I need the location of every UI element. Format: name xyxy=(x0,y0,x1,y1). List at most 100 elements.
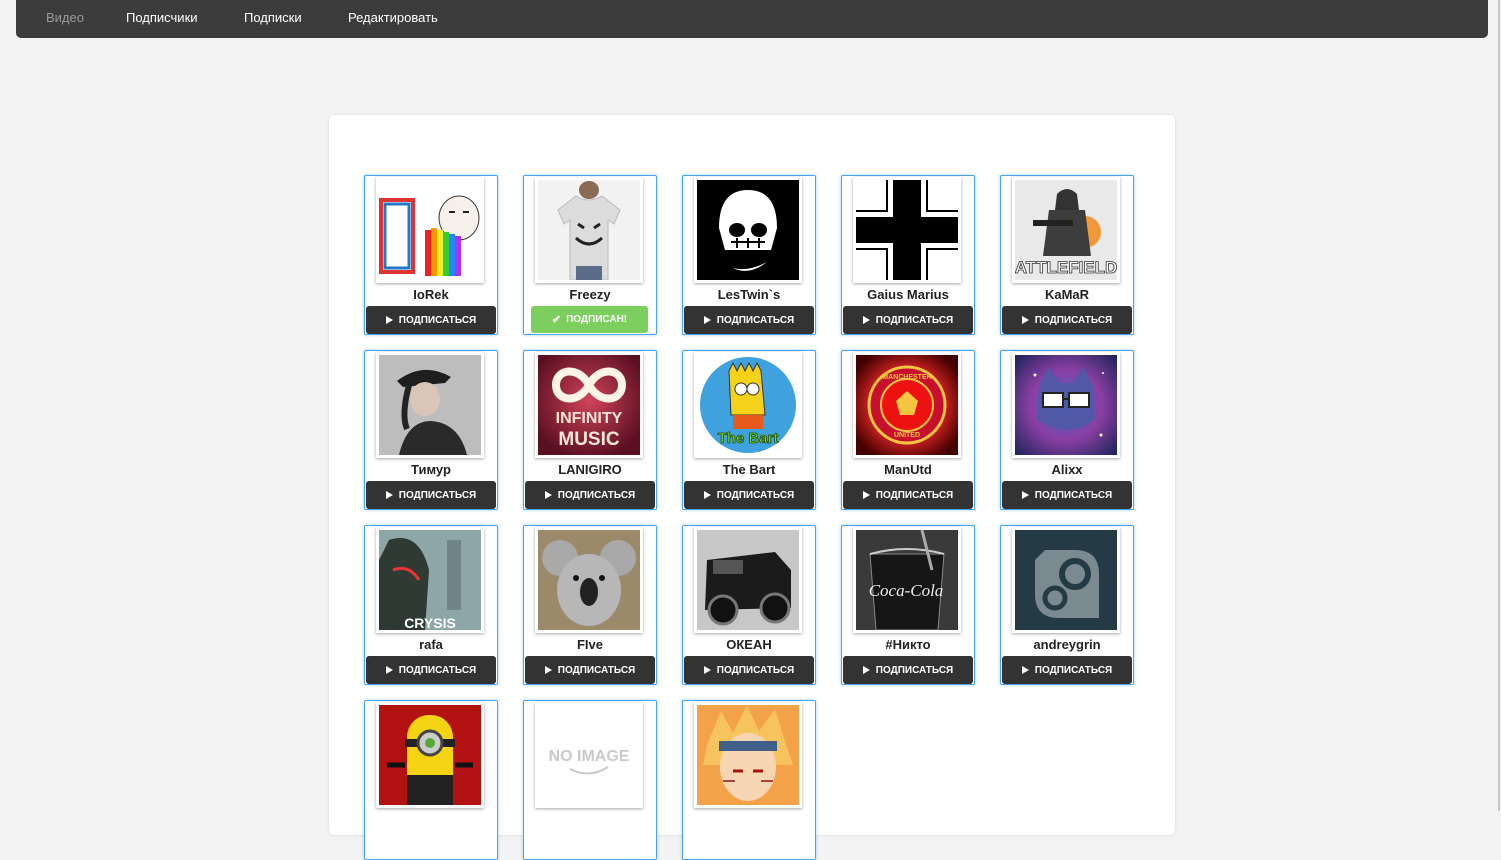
avatar-frame[interactable]: CRYSIS xyxy=(376,527,484,633)
avatar-frame[interactable] xyxy=(535,177,643,283)
nav-subscriptions[interactable]: Подписки xyxy=(244,10,302,25)
avatar-frame[interactable] xyxy=(1012,527,1120,633)
svg-text:UNITED: UNITED xyxy=(894,432,920,439)
subscribe-label: ПОДПИСАТЬСЯ xyxy=(875,489,954,501)
user-name[interactable]: Alixx xyxy=(1001,462,1133,477)
user-card[interactable]: ATTLEFIELD KaMaR ПОДПИСАТЬСЯ xyxy=(1000,175,1134,335)
user-card[interactable]: NO IMAGE xyxy=(523,700,657,860)
subscribe-label: ПОДПИСАТЬСЯ xyxy=(716,314,795,326)
subscribe-button[interactable]: ПОДПИСАТЬСЯ xyxy=(684,656,814,684)
nav-video[interactable]: Видео xyxy=(46,10,84,25)
user-card[interactable]: Freezy ✔ ПОДПИСАН! xyxy=(523,175,657,335)
subscribe-button[interactable]: ПОДПИСАТЬСЯ xyxy=(684,481,814,509)
subscribe-label: ПОДПИСАТЬСЯ xyxy=(398,664,477,676)
subscribe-label: ПОДПИСАТЬСЯ xyxy=(1034,314,1113,326)
user-card[interactable]: ОКЕАН ПОДПИСАТЬСЯ xyxy=(682,525,816,685)
subscribed-button[interactable]: ✔ ПОДПИСАН! xyxy=(531,306,648,333)
user-card[interactable]: IoRek ПОДПИСАТЬСЯ xyxy=(364,175,498,335)
user-name[interactable]: Freezy xyxy=(524,287,656,302)
bart-simpson-avatar: The Bart xyxy=(697,355,799,455)
play-icon xyxy=(862,491,870,499)
subscribe-button[interactable]: ПОДПИСАТЬСЯ xyxy=(366,481,496,509)
avatar-frame[interactable]: INFINITY MUSIC xyxy=(535,352,643,458)
nav-subscribers[interactable]: Подписчики xyxy=(126,10,198,25)
subscribe-button[interactable]: ПОДПИСАТЬСЯ xyxy=(1002,481,1132,509)
user-card[interactable]: MANCHESTER UNITED ManUtd ПОДПИСАТЬСЯ xyxy=(841,350,975,510)
skull-helmet-avatar xyxy=(697,180,799,280)
battlefield-soldier-avatar: ATTLEFIELD xyxy=(1015,180,1117,280)
svg-text:Coca-Cola: Coca-Cola xyxy=(869,581,944,600)
user-card[interactable]: Alixx ПОДПИСАТЬСЯ xyxy=(1000,350,1134,510)
avatar-frame[interactable]: NO IMAGE xyxy=(535,702,643,808)
play-icon xyxy=(544,666,552,674)
play-icon xyxy=(1021,666,1029,674)
subscribe-button[interactable]: ПОДПИСАТЬСЯ xyxy=(366,306,496,334)
svg-text:ATTLEFIELD: ATTLEFIELD xyxy=(1015,258,1117,277)
subscribe-button[interactable]: ПОДПИСАТЬСЯ xyxy=(843,656,973,684)
space-cat-avatar xyxy=(1015,355,1117,455)
nav-edit[interactable]: Редактировать xyxy=(348,10,438,25)
user-name[interactable]: ManUtd xyxy=(842,462,974,477)
user-name[interactable]: LANIGIRO xyxy=(524,462,656,477)
user-card[interactable]: Тимур ПОДПИСАТЬСЯ xyxy=(364,350,498,510)
user-name[interactable]: ОКЕАН xyxy=(683,637,815,652)
user-card[interactable]: The Bart The Bart ПОДПИСАТЬСЯ xyxy=(682,350,816,510)
subscribe-button[interactable]: ПОДПИСАТЬСЯ xyxy=(843,306,973,334)
avatar-frame[interactable] xyxy=(853,177,961,283)
minion-avatar xyxy=(379,705,481,805)
black-suv-avatar xyxy=(697,530,799,630)
user-card[interactable]: Gaius Marius ПОДПИСАТЬСЯ xyxy=(841,175,975,335)
subscribe-button[interactable]: ПОДПИСАТЬСЯ xyxy=(1002,306,1132,334)
play-icon xyxy=(1021,316,1029,324)
user-name[interactable]: andreygrin xyxy=(1001,637,1133,652)
subscribe-button[interactable]: ПОДПИСАТЬСЯ xyxy=(366,656,496,684)
avatar-frame[interactable]: The Bart xyxy=(694,352,802,458)
user-card[interactable]: INFINITY MUSIC LANIGIRO ПОДПИСАТЬСЯ xyxy=(523,350,657,510)
subscribe-button[interactable]: ПОДПИСАТЬСЯ xyxy=(1002,656,1132,684)
user-name[interactable]: IoRek xyxy=(365,287,497,302)
avatar-frame[interactable] xyxy=(694,702,802,808)
user-grid: IoRek ПОДПИСАТЬСЯ Freezy ✔ ПОДПИСАН! LesTwi… xyxy=(364,175,1134,860)
user-name[interactable]: LesTwin`s xyxy=(683,287,815,302)
subscribe-button[interactable]: ПОДПИСАТЬСЯ xyxy=(684,306,814,334)
infinity-music-avatar: INFINITY MUSIC xyxy=(538,355,640,455)
avatar-frame[interactable] xyxy=(376,177,484,283)
user-card[interactable]: andreygrin ПОДПИСАТЬСЯ xyxy=(1000,525,1134,685)
subscribe-button[interactable]: ПОДПИСАТЬСЯ xyxy=(843,481,973,509)
user-card[interactable] xyxy=(364,700,498,860)
user-name[interactable]: rafa xyxy=(365,637,497,652)
avatar-frame[interactable] xyxy=(535,527,643,633)
scrollbar[interactable] xyxy=(1498,0,1500,811)
subscribe-button[interactable]: ПОДПИСАТЬСЯ xyxy=(525,481,655,509)
svg-text:MANCHESTER: MANCHESTER xyxy=(882,374,931,381)
user-card[interactable]: FIve ПОДПИСАТЬСЯ xyxy=(523,525,657,685)
subscribe-label: ПОДПИСАТЬСЯ xyxy=(398,489,477,501)
user-name[interactable]: #Никто xyxy=(842,637,974,652)
user-name[interactable]: Gaius Marius xyxy=(842,287,974,302)
avatar-frame[interactable]: MANCHESTER UNITED xyxy=(853,352,961,458)
no-image-avatar: NO IMAGE xyxy=(538,705,640,805)
subscribe-label: ПОДПИСАТЬСЯ xyxy=(557,664,636,676)
avatar-frame[interactable]: Coca-Cola xyxy=(853,527,961,633)
avatar-frame[interactable]: ATTLEFIELD xyxy=(1012,177,1120,283)
joker-tshirt-avatar xyxy=(538,180,640,280)
user-name[interactable]: KaMaR xyxy=(1001,287,1133,302)
avatar-frame[interactable] xyxy=(376,702,484,808)
avatar-frame[interactable] xyxy=(376,352,484,458)
user-card[interactable]: CRYSIS rafa ПОДПИСАТЬСЯ xyxy=(364,525,498,685)
subscribe-button[interactable]: ПОДПИСАТЬСЯ xyxy=(525,656,655,684)
play-icon xyxy=(703,316,711,324)
avatar-frame[interactable] xyxy=(1012,352,1120,458)
user-card[interactable] xyxy=(682,700,816,860)
user-name[interactable]: FIve xyxy=(524,637,656,652)
play-icon xyxy=(544,491,552,499)
avatar-frame[interactable] xyxy=(694,527,802,633)
user-card[interactable]: Coca-Cola #Никто ПОДПИСАТЬСЯ xyxy=(841,525,975,685)
user-card[interactable]: LesTwin`s ПОДПИСАТЬСЯ xyxy=(682,175,816,335)
play-icon xyxy=(1021,491,1029,499)
avatar-frame[interactable] xyxy=(694,177,802,283)
naruto-avatar xyxy=(697,705,799,805)
user-name[interactable]: The Bart xyxy=(683,462,815,477)
play-icon xyxy=(385,491,393,499)
user-name[interactable]: Тимур xyxy=(365,462,497,477)
